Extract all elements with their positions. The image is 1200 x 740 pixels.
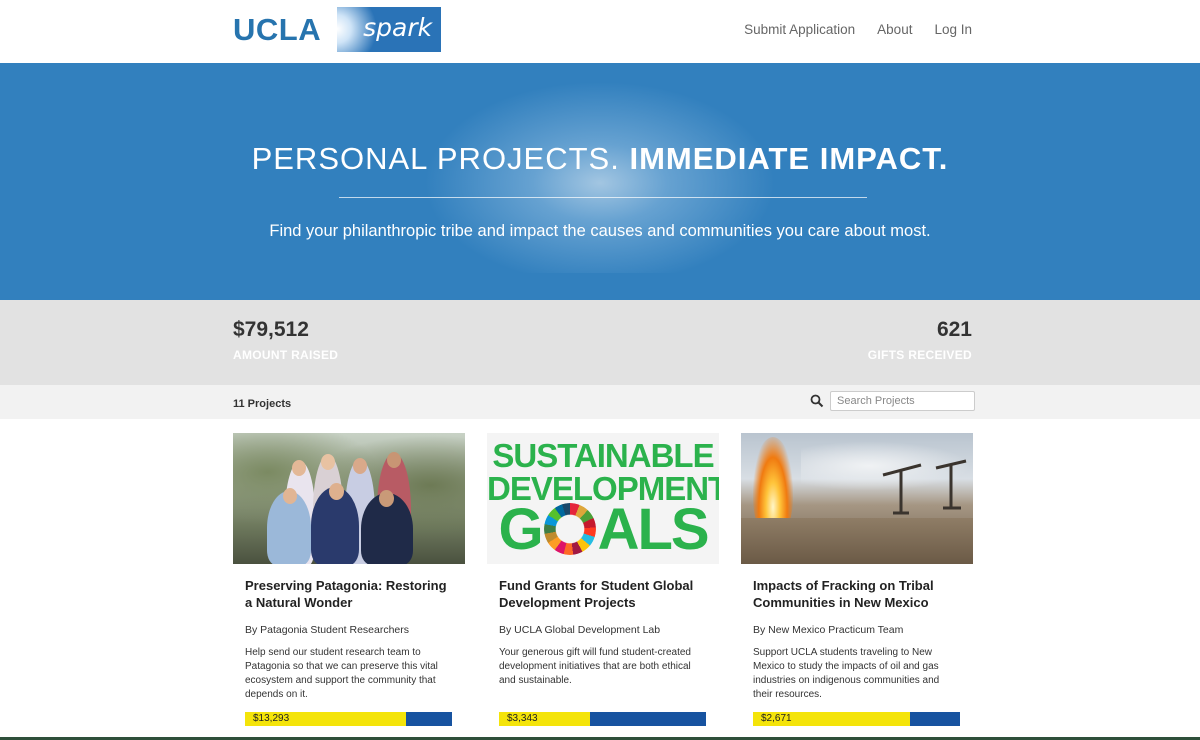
face: [292, 460, 306, 476]
ucla-spark-logo[interactable]: UCLA spark: [233, 7, 442, 52]
amount-raised-label: AMOUNT RAISED: [233, 348, 339, 362]
card-description: Help send our student research team to P…: [245, 647, 438, 700]
amount-raised-value: $79,512: [233, 318, 309, 341]
sdg-als: ALS: [597, 497, 710, 562]
main-nav: Submit Application About Log In: [744, 22, 972, 37]
project-image-group-photo[interactable]: [233, 433, 465, 564]
hero-banner: PERSONAL PROJECTS. IMMEDIATE IMPACT. Fin…: [0, 63, 1200, 300]
amount-raised-label: $13,293: [253, 713, 290, 724]
sdg-wheel-icon: [543, 503, 596, 555]
nav-log-in[interactable]: Log In: [934, 22, 972, 37]
project-image-fracking[interactable]: [741, 433, 973, 564]
face: [387, 452, 401, 468]
project-image-sdg[interactable]: SUSTAINABLE DEVELOPMENT G ALS: [487, 433, 719, 564]
card-title[interactable]: Preserving Patagonia: Restoring a Natura…: [245, 577, 453, 611]
search-box: [810, 391, 975, 411]
project-count: 11 Projects: [233, 398, 292, 410]
card-body: Fund Grants for Student Global Developme…: [487, 564, 719, 726]
gifts-received-stat: 621 GIFTS RECEIVED: [868, 318, 972, 362]
face: [379, 490, 394, 507]
gifts-received-value: 621: [936, 318, 972, 341]
card-author: By UCLA Global Development Lab: [499, 624, 661, 636]
logo-spark-badge: spark: [337, 7, 442, 52]
hero-title-bold: IMMEDIATE IMPACT.: [629, 141, 949, 176]
site-header: UCLA spark Submit Application About Log …: [0, 0, 1200, 63]
card-body: Impacts of Fracking on Tribal Communitie…: [741, 564, 973, 726]
funding-progress-bar: $2,671: [753, 712, 960, 726]
hero-title-light: PERSONAL PROJECTS.: [251, 141, 620, 176]
face: [321, 454, 335, 470]
ground: [741, 518, 973, 564]
amount-raised-label: $2,671: [761, 713, 792, 724]
stats-bar: $79,512 AMOUNT RAISED 621 GIFTS RECEIVED: [0, 300, 1200, 385]
logo-ucla-text: UCLA: [233, 11, 322, 47]
hero-subtitle: Find your philanthropic tribe and impact…: [269, 222, 931, 240]
funding-progress-bar: $13,293: [245, 712, 452, 726]
face: [329, 483, 344, 500]
logo-spark-text: spark: [363, 13, 433, 42]
project-card[interactable]: SUSTAINABLE DEVELOPMENT G ALS Fund Grants…: [487, 433, 719, 740]
nav-about[interactable]: About: [877, 22, 912, 37]
face: [283, 488, 297, 504]
card-description: Support UCLA students traveling to New M…: [753, 647, 940, 700]
face: [353, 458, 367, 474]
search-icon[interactable]: [810, 394, 824, 408]
nav-submit-application[interactable]: Submit Application: [744, 22, 855, 37]
amount-raised-stat: $79,512 AMOUNT RAISED: [233, 318, 338, 362]
pumpjack-icon: [882, 459, 967, 515]
funding-progress-bar: $3,343: [499, 712, 706, 726]
card-title[interactable]: Fund Grants for Student Global Developme…: [499, 577, 707, 611]
card-body: Preserving Patagonia: Restoring a Natura…: [233, 564, 465, 726]
card-author: By Patagonia Student Researchers: [245, 624, 410, 636]
card-description: Your generous gift will fund student-cre…: [499, 647, 691, 686]
card-author: By New Mexico Practicum Team: [753, 624, 904, 636]
hero-title: PERSONAL PROJECTS. IMMEDIATE IMPACT.: [0, 141, 1200, 177]
gifts-received-label: GIFTS RECEIVED: [867, 348, 972, 362]
search-input[interactable]: [830, 391, 975, 411]
amount-raised-label: $3,343: [507, 713, 538, 724]
card-title[interactable]: Impacts of Fracking on Tribal Communitie…: [753, 577, 961, 611]
hero-divider: [339, 197, 867, 198]
project-card[interactable]: Impacts of Fracking on Tribal Communitie…: [741, 433, 973, 740]
sdg-goals-word: G ALS: [487, 499, 719, 561]
sdg-g: G: [498, 497, 543, 562]
project-card[interactable]: Preserving Patagonia: Restoring a Natura…: [233, 433, 465, 740]
projects-toolbar: 11 Projects: [0, 385, 1200, 419]
